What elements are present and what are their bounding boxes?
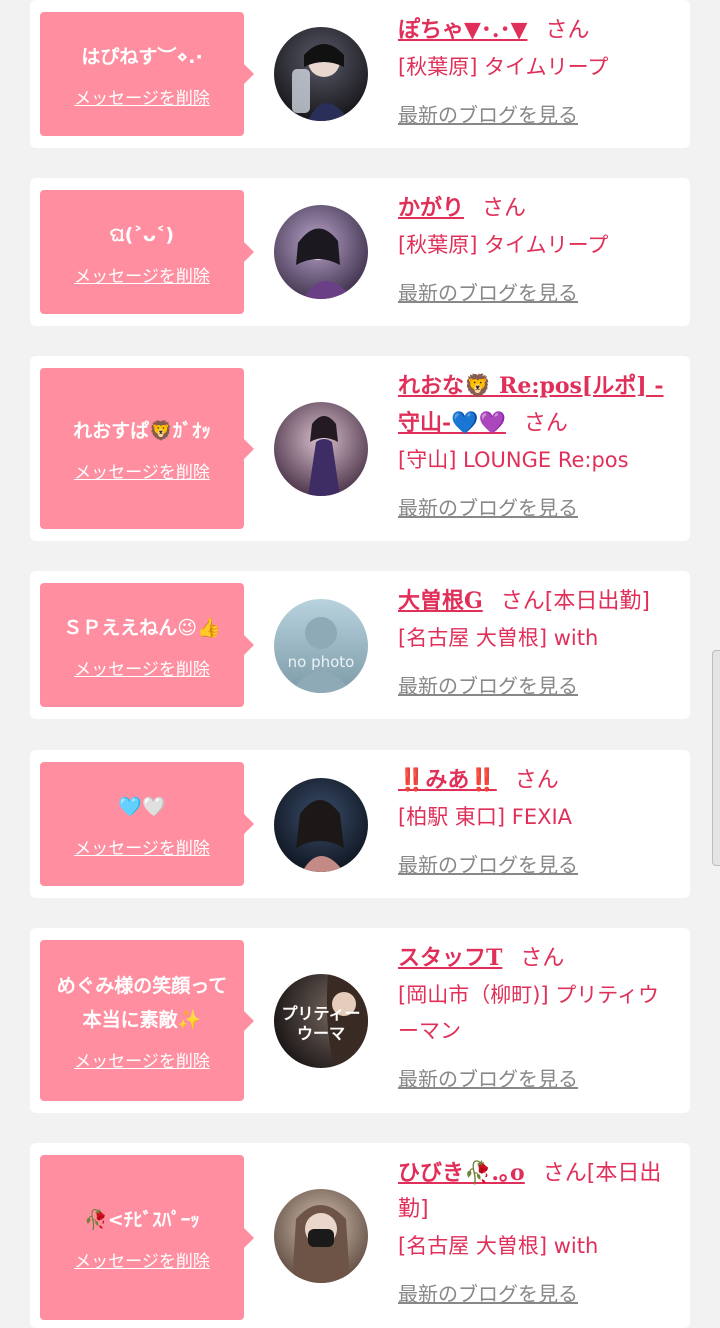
message-text: ＳＰええねん😉👍 [63, 616, 221, 639]
delete-message-link[interactable]: メッセージを削除 [74, 1247, 210, 1272]
latest-blog-link[interactable]: 最新のブログを見る [398, 1278, 578, 1307]
cast-info: ‼️みあ‼️ さん [柏駅 東口] FEXIA 最新のブログを見る [398, 762, 676, 878]
avatar-photo [290, 617, 352, 693]
latest-blog-link[interactable]: 最新のブログを見る [398, 1063, 578, 1092]
message-bubble: 🩵🤍 メッセージを削除 [40, 762, 254, 886]
list-item: はぴねす︶⋄.· メッセージを削除 ぽちゃ▼･.･▼ さん [秋葉原] タイムリー… [30, 0, 690, 148]
avatar[interactable] [274, 27, 368, 121]
delete-message-link[interactable]: メッセージを削除 [74, 1047, 210, 1072]
honorific: さん [523, 411, 568, 436]
list-item: 🥀<ﾁﾋﾞｽﾊﾟｰｯ メッセージを削除 ひびき🥀.｡o さん[本日出勤] [名古屋… [30, 1143, 690, 1328]
latest-blog-link[interactable]: 最新のブログを見る [398, 670, 578, 699]
shop-name: [名古屋 大曽根] with [398, 1234, 599, 1258]
latest-blog-link[interactable]: 最新のブログを見る [398, 849, 578, 878]
message-text: めぐみ様の笑顔って本当に素敵✨ [56, 975, 228, 1031]
list-item: ＳＰええねん😉👍 メッセージを削除 no photo 大曽根G さん[本日出勤] … [30, 571, 690, 719]
avatar-photo [292, 1205, 350, 1283]
avatar[interactable]: プリティーウーマ [274, 974, 368, 1068]
delete-message-link[interactable]: メッセージを削除 [74, 655, 210, 680]
shop-name: [柏駅 東口] FEXIA [398, 805, 573, 829]
cast-info: 大曽根G さん[本日出勤] [名古屋 大曽根] with 最新のブログを見る [398, 583, 676, 699]
cast-info: ぽちゃ▼･.･▼ さん [秋葉原] タイムリープ 最新のブログを見る [398, 12, 676, 128]
honorific: さん[本日出勤] [500, 589, 650, 614]
delete-message-link[interactable]: メッセージを削除 [74, 458, 210, 483]
avatar[interactable]: no photo [274, 599, 368, 693]
delete-message-link[interactable]: メッセージを削除 [74, 262, 210, 287]
message-text: はぴねす︶⋄.· [81, 45, 203, 68]
shop-name: [秋葉原] タイムリープ [398, 55, 609, 79]
cast-name-link[interactable]: ‼️みあ‼️ [398, 767, 497, 793]
latest-blog-link[interactable]: 最新のブログを見る [398, 277, 578, 306]
shop-name: [秋葉原] タイムリープ [398, 233, 609, 257]
cast-info: れおな🦁 Re:pos[ルポ] -守山-💙💜 さん [守山] LOUNGE Re:… [398, 368, 676, 521]
list-item: めぐみ様の笑顔って本当に素敵✨ メッセージを削除 プリティーウーマ スタッフT さ… [30, 928, 690, 1113]
cast-name-link[interactable]: ひびき🥀.｡o [398, 1160, 525, 1186]
shop-name: [守山] LOUNGE Re:pos [398, 448, 629, 472]
message-text: 🥀<ﾁﾋﾞｽﾊﾟｰｯ [84, 1209, 200, 1231]
list-item: 🩵🤍 メッセージを削除 ‼️みあ‼️ さん [柏駅 東口] FEXIA 最新のブロ… [30, 750, 690, 898]
avatar-photo [308, 416, 340, 496]
avatar[interactable] [274, 778, 368, 872]
avatar-photo [292, 44, 350, 121]
cast-name-link[interactable]: ぽちゃ▼･.･▼ [398, 17, 528, 43]
message-bubble: 🥀<ﾁﾋﾞｽﾊﾟｰｯ メッセージを削除 [40, 1155, 254, 1320]
no-photo-label: no photo [287, 653, 355, 671]
message-text: ଘ(˃ᴗ˂) [109, 223, 175, 246]
honorific: さん [482, 196, 527, 221]
avatar-photo [296, 800, 344, 872]
avatar[interactable] [274, 205, 368, 299]
list-item: れおすぱ🦁ｶﾞｵｯ メッセージを削除 れおな🦁 Re:pos[ルポ] -守山-💙… [30, 356, 690, 541]
list-item: ଘ(˃ᴗ˂) メッセージを削除 かがり さん [秋葉原] タイムリープ 最新のブロ… [30, 178, 690, 326]
message-text: 🩵🤍 [118, 795, 166, 818]
shop-name: [名古屋 大曽根] with [398, 626, 599, 650]
message-text: れおすぱ🦁ｶﾞｵｯ [73, 420, 211, 442]
message-bubble: れおすぱ🦁ｶﾞｵｯ メッセージを削除 [40, 368, 254, 529]
message-bubble: はぴねす︶⋄.· メッセージを削除 [40, 12, 254, 136]
message-bubble: めぐみ様の笑顔って本当に素敵✨ メッセージを削除 [40, 940, 254, 1101]
honorific: さん [514, 768, 559, 793]
latest-blog-link[interactable]: 最新のブログを見る [398, 99, 578, 128]
scrollbar[interactable] [712, 650, 720, 866]
message-bubble: ଘ(˃ᴗ˂) メッセージを削除 [40, 190, 254, 314]
honorific: さん [520, 946, 565, 971]
avatar[interactable] [274, 402, 368, 496]
cast-info: スタッフT さん [岡山市（柳町)] プリティウーマン 最新のブログを見る [398, 940, 676, 1092]
message-bubble: ＳＰええねん😉👍 メッセージを削除 [40, 583, 254, 707]
avatar-logo-text: プリティーウーマ [281, 1004, 361, 1043]
avatar[interactable] [274, 1189, 368, 1283]
delete-message-link[interactable]: メッセージを削除 [74, 834, 210, 859]
latest-blog-link[interactable]: 最新のブログを見る [398, 492, 578, 521]
shop-name: [岡山市（柳町)] プリティウーマン [398, 983, 659, 1043]
cast-name-link[interactable]: スタッフT [398, 945, 502, 971]
cast-name-link[interactable]: かがり [398, 195, 464, 221]
avatar-photo [296, 228, 354, 299]
cast-info: ひびき🥀.｡o さん[本日出勤] [名古屋 大曽根] with 最新のブログを見る [398, 1155, 676, 1307]
cast-info: かがり さん [秋葉原] タイムリープ 最新のブログを見る [398, 190, 676, 306]
delete-message-link[interactable]: メッセージを削除 [74, 84, 210, 109]
honorific: さん [545, 18, 590, 43]
cast-name-link[interactable]: 大曽根G [398, 588, 483, 614]
